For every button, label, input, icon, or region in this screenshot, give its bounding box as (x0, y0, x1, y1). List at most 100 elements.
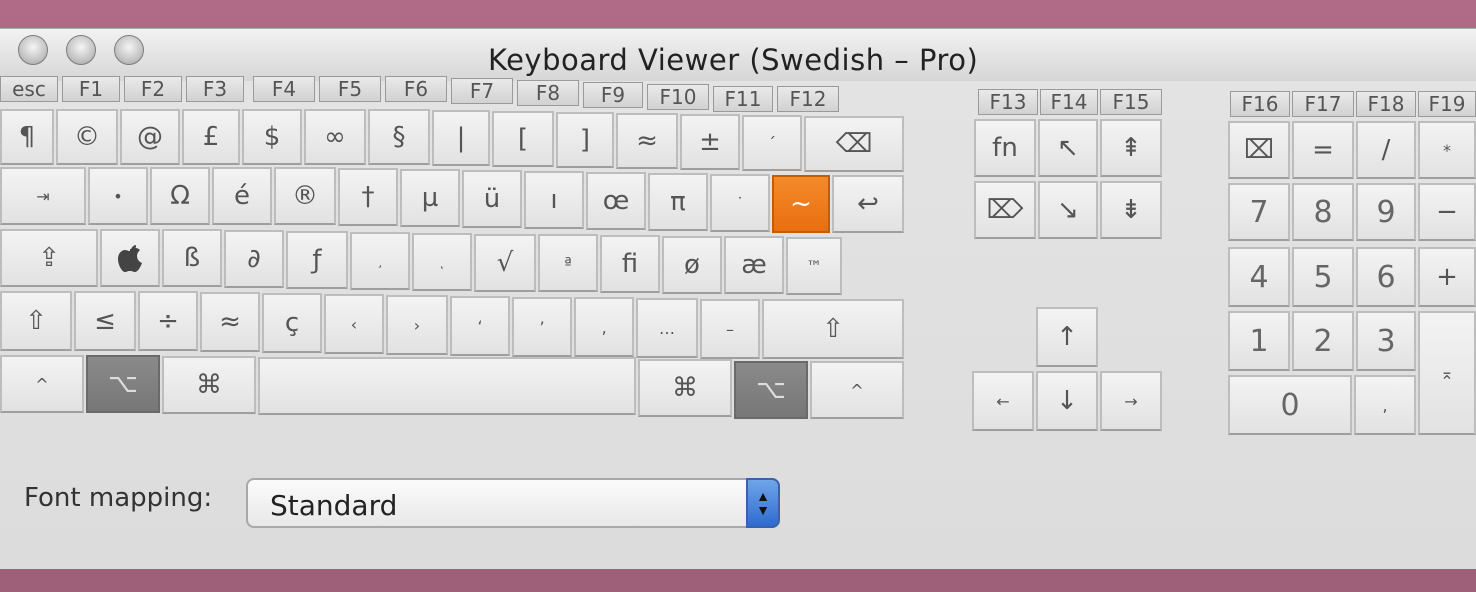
key-sqrt[interactable]: √ (474, 234, 536, 292)
key-keypad-1[interactable]: 1 (1228, 311, 1290, 371)
key-delete[interactable]: ⌫ (804, 116, 904, 172)
key-right-quote[interactable]: ’ (512, 297, 572, 357)
key-tilde-highlighted[interactable]: ~ (772, 175, 830, 233)
key-infinity[interactable]: ∞ (304, 109, 366, 165)
key-trademark[interactable]: ™ (786, 237, 842, 295)
key-f1[interactable]: F1 (62, 76, 120, 102)
key-ordinal-a[interactable]: ª (538, 234, 598, 292)
key-ogonek[interactable]: ˛ (412, 233, 472, 291)
key-pilcrow[interactable]: ¶ (0, 109, 54, 165)
key-keypad-plus[interactable]: + (1418, 247, 1476, 307)
key-tab[interactable]: ⇥ (0, 167, 86, 225)
key-dot-above[interactable]: ˙ (710, 174, 770, 232)
zoom-button[interactable] (114, 35, 144, 65)
key-f19[interactable]: F19 (1418, 91, 1476, 117)
key-e-acute[interactable]: é (212, 167, 272, 225)
key-esc[interactable]: esc (0, 76, 58, 102)
key-fn[interactable]: fn (974, 119, 1036, 177)
key-left-quote[interactable]: ‘ (450, 296, 510, 356)
key-florin[interactable]: ƒ (286, 231, 348, 289)
key-f12[interactable]: F12 (777, 86, 839, 112)
key-approx[interactable]: ≈ (616, 113, 678, 169)
key-f8[interactable]: F8 (517, 80, 579, 106)
key-space[interactable] (258, 357, 636, 415)
key-omega[interactable]: Ω (150, 167, 210, 225)
key-forward-delete[interactable]: ⌦ (974, 181, 1036, 239)
key-f6[interactable]: F6 (385, 76, 447, 102)
key-approx-2[interactable]: ≈ (200, 292, 260, 352)
key-keypad-4[interactable]: 4 (1228, 247, 1290, 307)
apple-logo-icon[interactable] (100, 229, 160, 287)
key-f16[interactable]: F16 (1230, 91, 1290, 117)
key-f13[interactable]: F13 (978, 89, 1038, 115)
key-dotless-i[interactable]: ı (524, 171, 584, 229)
key-close-bracket[interactable]: ] (556, 112, 614, 168)
key-pi[interactable]: π (648, 173, 708, 231)
key-open-bracket[interactable]: [ (492, 111, 554, 167)
key-arrow-down[interactable]: ↓ (1036, 371, 1098, 431)
key-left-command[interactable]: ⌘ (162, 356, 256, 414)
key-divide[interactable]: ÷ (138, 291, 198, 351)
key-clear[interactable]: ⌧ (1228, 121, 1290, 179)
key-f3[interactable]: F3 (186, 76, 244, 102)
key-keypad-8[interactable]: 8 (1292, 183, 1354, 241)
key-end[interactable]: ↘ (1038, 181, 1098, 239)
key-registered[interactable]: ® (274, 167, 336, 225)
key-keypad-enter[interactable]: ⌅ (1418, 311, 1476, 435)
key-keypad-minus[interactable]: − (1418, 183, 1476, 241)
key-right-shift[interactable]: ⇧ (762, 299, 904, 359)
key-ellipsis[interactable]: … (636, 298, 698, 358)
key-pound[interactable]: £ (182, 109, 240, 165)
key-keypad-0[interactable]: 0 (1228, 375, 1352, 435)
key-at[interactable]: @ (120, 109, 180, 165)
key-right-command[interactable]: ⌘ (638, 359, 732, 417)
key-caps-lock[interactable]: ⇪ (0, 229, 98, 287)
minimize-button[interactable] (66, 35, 96, 65)
key-return[interactable]: ↩ (832, 175, 904, 233)
key-page-down[interactable]: ⇟ (1100, 181, 1162, 239)
key-page-up[interactable]: ⇞ (1100, 119, 1162, 177)
key-en-dash[interactable]: – (700, 299, 760, 359)
key-f5[interactable]: F5 (319, 76, 381, 102)
key-right-control[interactable]: ^ (810, 361, 904, 419)
key-keypad-decimal[interactable]: , (1354, 375, 1416, 435)
key-f7[interactable]: F7 (451, 78, 513, 104)
key-f15[interactable]: F15 (1100, 89, 1162, 115)
key-c-cedilla[interactable]: ç (262, 293, 322, 353)
close-button[interactable] (18, 35, 48, 65)
key-left-shift[interactable]: ⇧ (0, 291, 72, 351)
key-ae[interactable]: æ (724, 236, 784, 294)
key-keypad-multiply[interactable]: * (1418, 121, 1476, 179)
key-sharp-s[interactable]: ß (162, 229, 222, 287)
key-f9[interactable]: F9 (583, 82, 643, 108)
key-arrow-up[interactable]: ↑ (1036, 307, 1098, 367)
key-keypad-6[interactable]: 6 (1356, 247, 1416, 307)
key-f4[interactable]: F4 (253, 76, 315, 102)
key-keypad-equals[interactable]: = (1292, 121, 1354, 179)
key-f14[interactable]: F14 (1040, 89, 1098, 115)
key-acute[interactable]: ´ (742, 115, 802, 171)
key-keypad-9[interactable]: 9 (1356, 183, 1416, 241)
key-f17[interactable]: F17 (1292, 91, 1354, 117)
key-keypad-5[interactable]: 5 (1292, 247, 1354, 307)
key-single-right-angle[interactable]: › (386, 295, 448, 355)
select-arrows-icon[interactable]: ▲ ▼ (746, 478, 780, 528)
key-partial[interactable]: ∂ (224, 230, 284, 288)
key-micro[interactable]: µ (400, 169, 460, 227)
key-less-equal[interactable]: ≤ (74, 291, 136, 351)
key-keypad-divide[interactable]: / (1356, 121, 1416, 179)
key-f10[interactable]: F10 (647, 84, 709, 110)
key-o-slash[interactable]: ø (662, 236, 722, 294)
key-dagger[interactable]: † (338, 168, 398, 226)
key-section[interactable]: § (368, 109, 430, 165)
key-keypad-3[interactable]: 3 (1356, 311, 1416, 371)
key-single-left-angle[interactable]: ‹ (324, 294, 384, 354)
key-bullet[interactable]: • (88, 167, 148, 225)
key-dollar[interactable]: $ (242, 109, 302, 165)
key-f2[interactable]: F2 (124, 76, 182, 102)
key-f11[interactable]: F11 (713, 86, 773, 112)
key-left-option[interactable]: ⌥ (86, 355, 160, 413)
key-f18[interactable]: F18 (1356, 91, 1416, 117)
key-oe[interactable]: œ (586, 172, 646, 230)
font-mapping-select[interactable]: Standard ▲ ▼ (246, 478, 780, 528)
